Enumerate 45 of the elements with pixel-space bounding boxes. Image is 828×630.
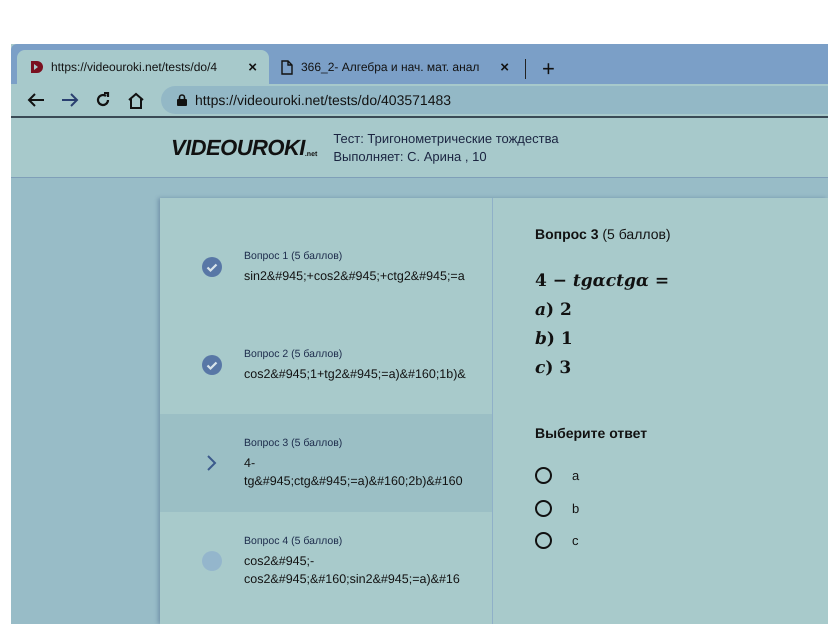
question-title: Вопрос 3 (5 баллов) xyxy=(244,436,344,451)
tab-title: https://videouroki.net/tests/do/4 xyxy=(51,59,218,76)
question-preview: cos2&#945;- cos2&#945;&#160;sin2&#945;=a)&#16 xyxy=(244,553,460,588)
reload-icon[interactable] xyxy=(95,92,111,108)
browser-tab[interactable]: https://videouroki.net/tests/do/4 × xyxy=(17,50,269,84)
question-title: Вопрос 4 (5 баллов) xyxy=(244,534,344,549)
question-title: Вопрос 1 (5 баллов) xyxy=(244,248,344,264)
check-icon xyxy=(202,355,222,375)
answer-option[interactable]: a xyxy=(535,466,828,486)
radio-button[interactable] xyxy=(535,467,552,484)
url-text: https://videouroki.net/tests/do/403571483 xyxy=(195,90,452,110)
forward-icon[interactable] xyxy=(61,92,79,108)
student-name: Выполняет: С. Арина , 10 xyxy=(333,148,488,166)
lock-icon xyxy=(177,94,187,106)
answer-prompt: Выберите ответ xyxy=(535,424,648,443)
radio-button[interactable] xyxy=(535,532,552,550)
logo-icon xyxy=(29,60,43,74)
radio-button[interactable] xyxy=(535,500,552,517)
question-preview: cos2&#945;1+tg2&#945;=a)&#160;1b)& xyxy=(244,366,466,384)
math-line: 4 − tgαctgα = xyxy=(535,270,670,293)
answer-option[interactable]: c xyxy=(535,531,828,550)
math-line: b) 1 xyxy=(535,328,574,351)
question-item[interactable]: Вопрос 1 (5 баллов) sin2&#945;+cos2&#945;+ctg2&#945;=a xyxy=(160,218,492,316)
browser-tab[interactable]: 366_2- Алгебра и нач. мат. анал × xyxy=(269,50,521,84)
back-icon[interactable] xyxy=(27,92,45,108)
question-item[interactable]: Вопрос 3 (5 баллов) 4- tg&#945;ctg&#945;=a)&#160;2b)&#160 xyxy=(160,414,492,512)
math-line: c) 3 xyxy=(535,357,572,380)
new-tab-button[interactable]: + xyxy=(542,58,555,80)
chevron-right-icon xyxy=(206,454,218,472)
question-preview: 4- tg&#945;ctg&#945;=a)&#160;2b)&#160 xyxy=(244,455,463,490)
question-preview: sin2&#945;+cos2&#945;+ctg2&#945;=a xyxy=(244,268,465,286)
tab-title: 366_2- Алгебра и нач. мат. анал xyxy=(301,59,480,76)
close-button[interactable]: × xyxy=(500,60,509,74)
answer-option[interactable]: b xyxy=(535,498,828,518)
check-icon xyxy=(202,257,222,277)
math-line: a) 2 xyxy=(535,299,573,322)
question-item[interactable]: Вопрос 2 (5 баллов) cos2&#945;1+tg2&#945;=a)&#160;1b)& xyxy=(160,316,492,414)
home-icon[interactable] xyxy=(127,92,145,108)
address-bar[interactable]: https://videouroki.net/tests/do/403571483 xyxy=(161,86,828,114)
close-button[interactable]: × xyxy=(248,60,257,74)
page-icon xyxy=(281,60,293,74)
question-title: Вопрос 2 (5 баллов) xyxy=(244,346,344,362)
question-heading: Вопрос 3 (5 баллов) xyxy=(535,225,672,244)
question-item[interactable]: Вопрос 4 (5 баллов) cos2&#945;- cos2&#945;&#160;sin2&#945;=a)&#16 xyxy=(160,512,492,610)
test-title: Тест: Тригонометрические тождества xyxy=(333,130,559,148)
